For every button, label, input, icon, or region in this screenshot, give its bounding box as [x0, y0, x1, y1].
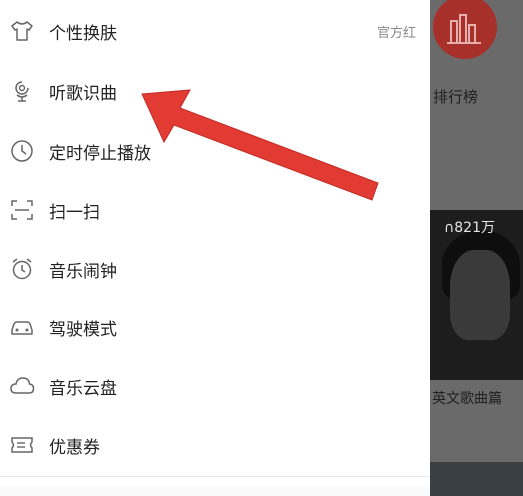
cloud-icon	[9, 373, 35, 399]
play-count: ∩821万	[444, 217, 495, 237]
menu-item-cloud-drive[interactable]: 音乐云盘	[0, 357, 430, 415]
headphone-icon: ∩	[444, 220, 455, 236]
menu-item-drive-mode[interactable]: 驾驶模式	[0, 298, 430, 356]
alarm-clock-icon	[9, 256, 35, 282]
drawer-divider	[0, 476, 430, 477]
coupon-icon	[9, 432, 35, 458]
rank-icon	[433, 0, 497, 59]
menu-item-label: 驾驶模式	[49, 319, 117, 340]
menu-item-alarm[interactable]: 音乐闹钟	[0, 240, 430, 298]
menu-item-label: 听歌识曲	[49, 83, 117, 104]
menu-item-scan[interactable]: 扫一扫	[0, 181, 430, 239]
menu-item-skin[interactable]: 个性换肤 官方红	[0, 2, 430, 60]
playlist-caption: 英文歌曲篇	[432, 391, 502, 407]
playlist-thumb	[430, 462, 523, 496]
menu-item-label: 扫一扫	[49, 202, 100, 223]
play-count-value: 821万	[454, 220, 495, 236]
menu-item-label: 个性换肤	[49, 23, 117, 44]
menu-item-label: 优惠券	[49, 437, 100, 458]
shirt-icon	[9, 18, 35, 44]
drawer-footer	[0, 486, 430, 496]
menu-item-coupons[interactable]: 优惠券	[0, 416, 430, 474]
bg-section	[430, 132, 523, 210]
rank-label: 排行榜	[433, 88, 479, 106]
menu-item-label: 定时停止播放	[49, 143, 151, 164]
menu-item-label: 音乐云盘	[49, 378, 117, 399]
car-icon	[9, 314, 35, 340]
clock-icon	[9, 138, 35, 164]
scan-icon	[9, 197, 35, 223]
menu-item-label: 音乐闹钟	[49, 261, 117, 282]
background-app: 排行榜 ∩821万 英文歌曲篇	[430, 0, 523, 496]
skin-badge: 官方红	[376, 25, 416, 41]
menu-item-sleep-timer[interactable]: 定时停止播放	[0, 122, 430, 180]
side-drawer: 个性换肤 官方红 听歌识曲 定时停止播放 扫一扫 音乐闹钟 驾驶模式 音乐云盘 …	[0, 0, 430, 496]
mic-recognize-icon	[9, 78, 35, 104]
menu-item-recognize-song[interactable]: 听歌识曲	[0, 62, 430, 120]
